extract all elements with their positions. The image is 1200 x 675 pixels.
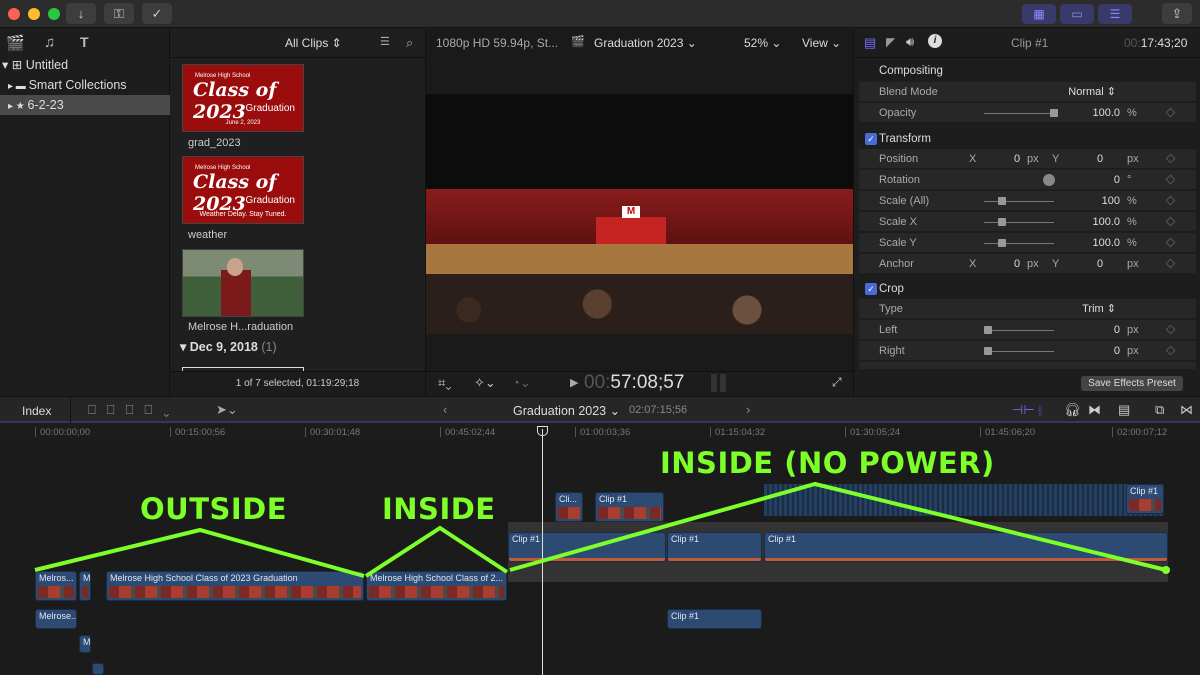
annotation-inside: INSIDE: [382, 492, 496, 526]
no-power-annotation-line: [509, 481, 1167, 572]
outside-annotation-line: [34, 527, 365, 578]
annotation-inside-no-power: INSIDE (NO POWER): [660, 446, 995, 480]
annotation-lines: [34, 481, 1170, 578]
annotation-outside: OUTSIDE: [140, 492, 288, 526]
inside-annotation-line: [364, 525, 509, 578]
